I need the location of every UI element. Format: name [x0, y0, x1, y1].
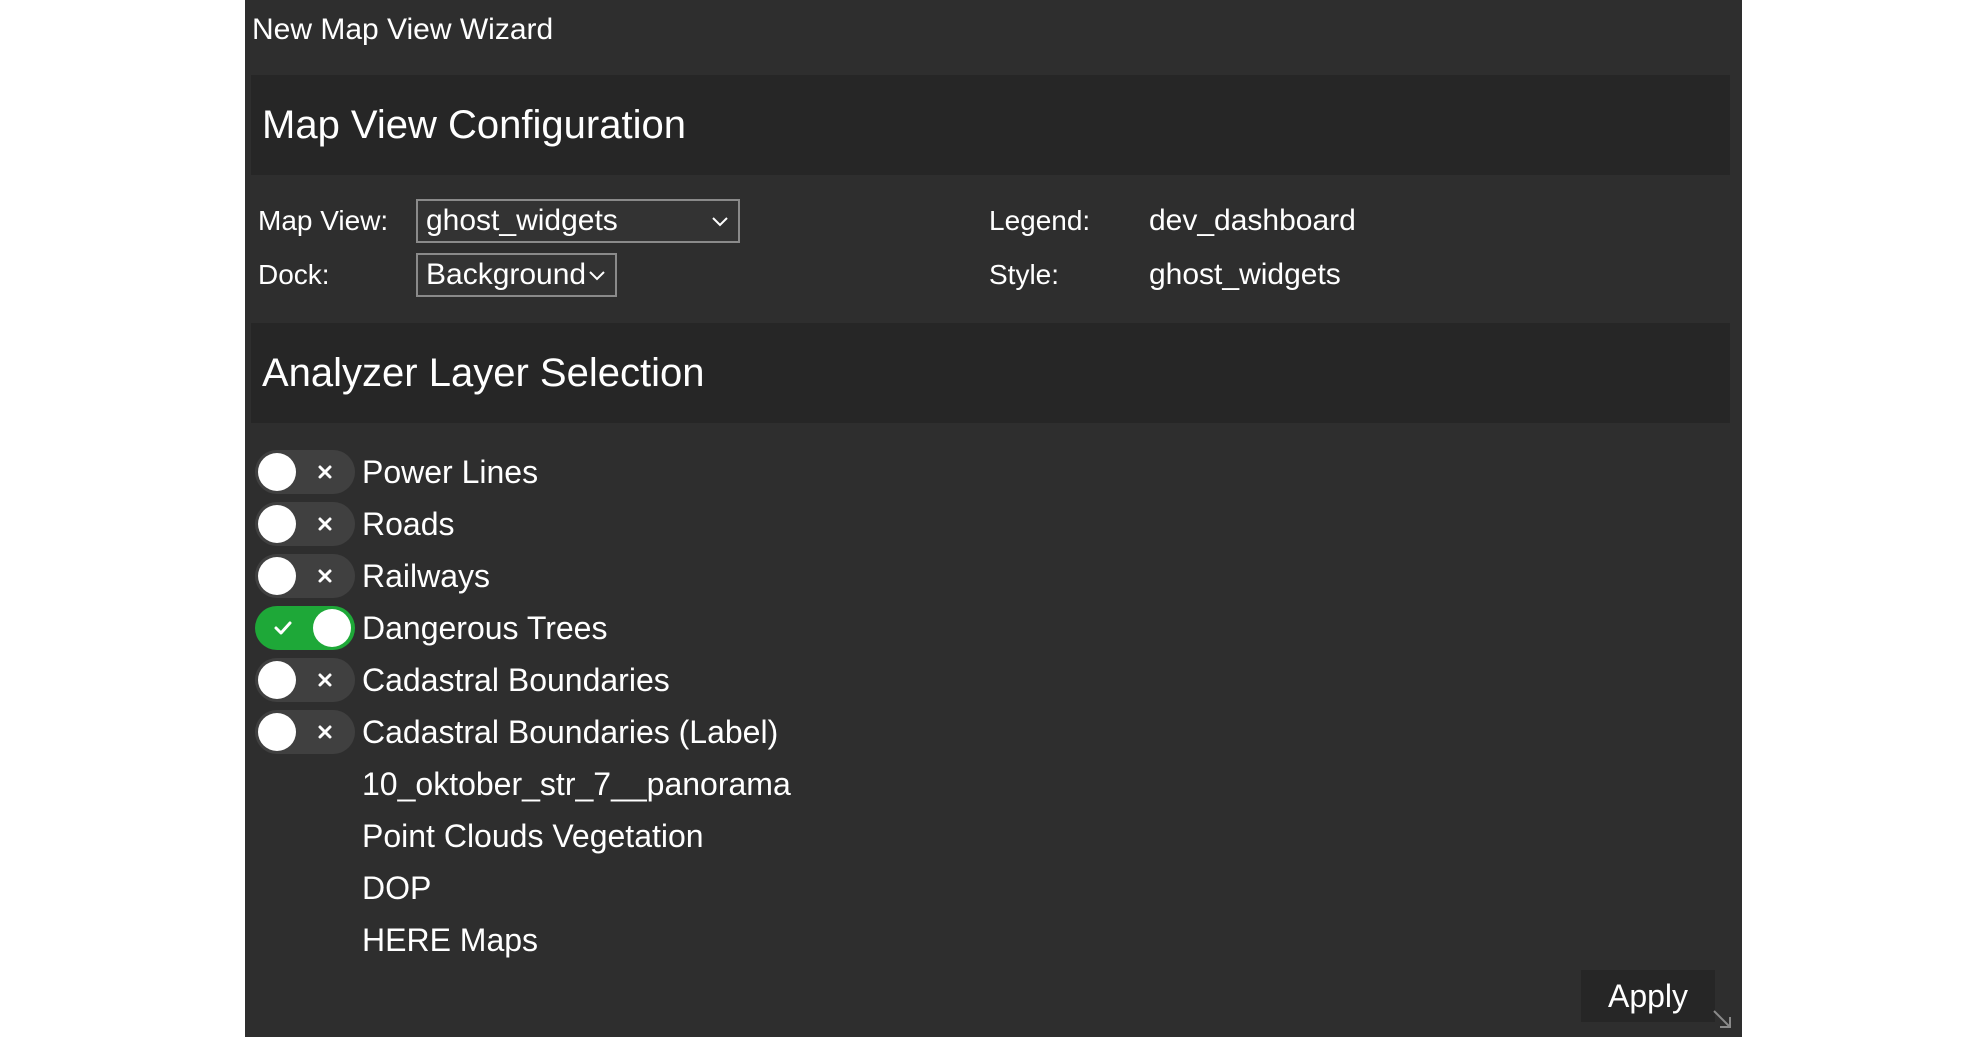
layer-toggle[interactable]: [255, 554, 355, 598]
check-icon: [274, 621, 292, 635]
layer-name: Dangerous Trees: [362, 610, 608, 646]
close-icon: [318, 725, 332, 739]
layer-toggle[interactable]: [255, 710, 355, 754]
chevron-down-icon: [712, 217, 728, 227]
toggle-knob: [258, 713, 296, 751]
toggle-knob: [258, 661, 296, 699]
legend-label: Legend:: [989, 205, 1091, 236]
close-icon: [318, 569, 332, 583]
layer-name: Roads: [362, 506, 455, 542]
layer-toggle[interactable]: [255, 502, 355, 546]
apply-button[interactable]: Apply: [1581, 970, 1715, 1022]
dock-select-value: Background: [426, 258, 587, 291]
layer-toggle[interactable]: [255, 450, 355, 494]
close-icon: [318, 465, 332, 479]
map-view-select[interactable]: ghost_widgets: [416, 199, 740, 243]
layer-name: Power Lines: [362, 454, 539, 490]
map-view-label: Map View:: [258, 205, 389, 236]
layer-name: DOP: [362, 870, 432, 906]
toggle-knob: [258, 453, 296, 491]
layer-row: Dangerous Trees: [255, 602, 1155, 652]
style-value: ghost_widgets: [1149, 258, 1341, 291]
toggle-knob: [258, 505, 296, 543]
layer-name: Point Clouds Vegetation: [362, 818, 704, 854]
layer-toggle[interactable]: [255, 658, 355, 702]
layer-name: Cadastral Boundaries (Label): [362, 714, 779, 750]
style-label: Style:: [989, 259, 1060, 290]
layer-row: 10_oktober_str_7__panorama: [255, 758, 1155, 808]
chevron-down-icon: [589, 271, 605, 281]
dock-label: Dock:: [258, 259, 330, 290]
layer-row: Roads: [255, 498, 1155, 548]
dock-select[interactable]: Background: [416, 253, 617, 297]
legend-value: dev_dashboard: [1149, 204, 1356, 237]
layers-section-header: Analyzer Layer Selection: [251, 323, 1730, 423]
toggle-knob: [258, 557, 296, 595]
toggle-knob: [313, 609, 351, 647]
map-view-wizard-dialog: New Map View Wizard Map View Configurati…: [245, 0, 1742, 1037]
layer-row: HERE Maps: [255, 914, 1155, 964]
window-title: New Map View Wizard: [252, 13, 554, 46]
layer-name: Cadastral Boundaries: [362, 662, 670, 698]
map-view-select-value: ghost_widgets: [426, 204, 618, 237]
layer-row: Cadastral Boundaries: [255, 654, 1155, 704]
layer-name: HERE Maps: [362, 922, 539, 958]
resize-grip-icon[interactable]: [1710, 1007, 1734, 1031]
layer-row: Point Clouds Vegetation: [255, 810, 1155, 860]
layer-toggle[interactable]: [255, 606, 355, 650]
layer-row: DOP: [255, 862, 1155, 912]
layer-name: 10_oktober_str_7__panorama: [362, 766, 791, 802]
close-icon: [318, 673, 332, 687]
layer-row: Railways: [255, 550, 1155, 600]
close-icon: [318, 517, 332, 531]
config-section-header: Map View Configuration: [251, 75, 1730, 175]
layer-row: Cadastral Boundaries (Label): [255, 706, 1155, 756]
layer-row: Power Lines: [255, 446, 1155, 496]
layer-name: Railways: [362, 558, 491, 594]
